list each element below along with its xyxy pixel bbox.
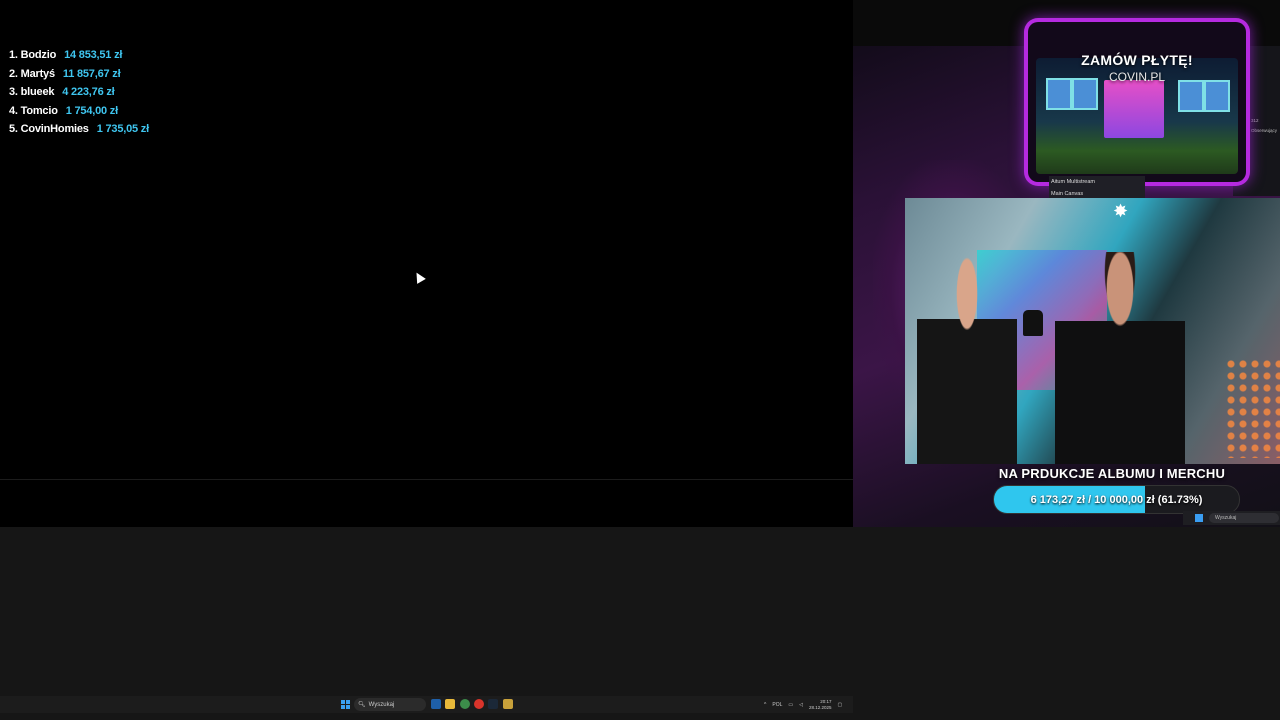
leaderboard-name: 5. CovinHomies <box>9 123 89 136</box>
leaderboard-name: 4. Tomcio <box>9 104 58 117</box>
string-lights <box>1225 358 1280 458</box>
files-icon[interactable] <box>445 699 455 709</box>
streamer-right <box>1055 252 1185 464</box>
browser-icon[interactable] <box>460 699 470 709</box>
microphone-icon <box>1023 310 1043 336</box>
leaderboard-amount: 4 223,76 zł <box>62 86 115 99</box>
volume-icon[interactable]: ◁ <box>799 702 803 708</box>
taskbar-search[interactable]: 🔍︎ Wyszukaj <box>354 698 426 711</box>
promo-url: COVIN.PL <box>1108 70 1165 84</box>
clock-date: 28.12.2025 <box>808 704 832 710</box>
taskbar-search-placeholder: Wyszukaj <box>368 701 395 708</box>
donation-goal-bar: 6 173,27 zł / 10 000,00 zł (61.73%) <box>993 485 1240 514</box>
album-promo-banner: ZAMÓW PŁYTĘ! COVIN.PL <box>1028 22 1246 182</box>
system-tray: ^ POL ▭ ◁ 20:17 28.12.2025 ▢ <box>764 698 842 711</box>
language-indicator[interactable]: POL <box>772 702 782 708</box>
leaderboard-row: 3. blueek 4 223,76 zł <box>9 83 209 102</box>
leaderboard-amount: 11 857,67 zł <box>62 67 121 80</box>
obs-canvas-label: Main Canvas <box>1051 191 1084 197</box>
promo-title: ZAMÓW PŁYTĘ! <box>1081 52 1193 68</box>
clock[interactable]: 20:17 28.12.2025 <box>809 699 832 711</box>
windows-logo-icon <box>1195 514 1203 522</box>
leaderboard-amount: 14 853,51 zł <box>64 49 123 62</box>
chevron-up-icon[interactable]: ^ <box>764 702 766 708</box>
task-view-icon[interactable] <box>431 699 441 709</box>
donation-goal-label: 6 173,27 zł / 10 000,00 zł (61.73%) <box>1030 493 1203 506</box>
window-art <box>1178 80 1204 112</box>
steam-icon[interactable] <box>488 699 498 709</box>
leaderboard-row: 2. Martyś 11 857,67 zł <box>9 65 209 84</box>
follower-label: Obserwujący <box>1251 128 1278 133</box>
donation-goal-title: NA PRDUKCJE ALBUMU I MERCHU <box>998 466 1226 481</box>
network-icon[interactable]: ▭ <box>788 702 793 708</box>
start-button[interactable] <box>341 700 350 709</box>
follower-count: 312 <box>1251 118 1259 123</box>
leaderboard-row: 1. Bodzio 14 853,51 zł <box>9 46 209 65</box>
mouse-cursor-icon <box>412 270 426 284</box>
leaderboard-row: 5. CovinHomies 1 735,05 zł <box>9 120 209 139</box>
streamer-left <box>917 256 1017 464</box>
leaderboard-amount: 1 735,05 zł <box>96 123 149 136</box>
obs-dock-title: Aitum Multistream <box>1051 179 1096 185</box>
os-taskbar: 🔍︎ Wyszukaj ^ POL ▭ ◁ 20:17 28.12.2025 ▢ <box>0 696 853 713</box>
donation-leaderboard: 1. Bodzio 14 853,51 zł 2. Martyś 11 857,… <box>9 46 209 139</box>
captured-taskbar: Wyszukaj <box>1183 511 1280 525</box>
obs-dock: Aitum Multistream Main Canvas <box>1049 176 1145 200</box>
app-icon[interactable] <box>503 699 513 709</box>
screen-capture-area: 1. Bodzio 14 853,51 zł 2. Martyś 11 857,… <box>0 0 853 527</box>
webcam-feed: ✸ <box>905 198 1280 464</box>
leaderboard-name: 1. Bodzio <box>9 49 57 62</box>
house-art <box>1104 80 1164 138</box>
leaderboard-name: 3. blueek <box>9 86 55 99</box>
divider <box>0 479 853 480</box>
leaderboard-amount: 1 754,00 zł <box>65 104 118 117</box>
search-icon: 🔍︎ <box>358 702 366 708</box>
leaderboard-name: 2. Martyś <box>9 67 55 80</box>
stream-overlay-panel: 312 Obserwujący ZAMÓW PŁYTĘ! COVIN.PL Ai… <box>853 0 1280 527</box>
sparkle-icon: ✸ <box>1113 201 1129 221</box>
notification-icon[interactable]: ▢ <box>838 702 843 708</box>
chrome-icon[interactable] <box>474 699 484 709</box>
captured-search-box: Wyszukaj <box>1209 513 1279 523</box>
window-art <box>1204 80 1230 112</box>
leaderboard-row: 4. Tomcio 1 754,00 zł <box>9 102 209 121</box>
